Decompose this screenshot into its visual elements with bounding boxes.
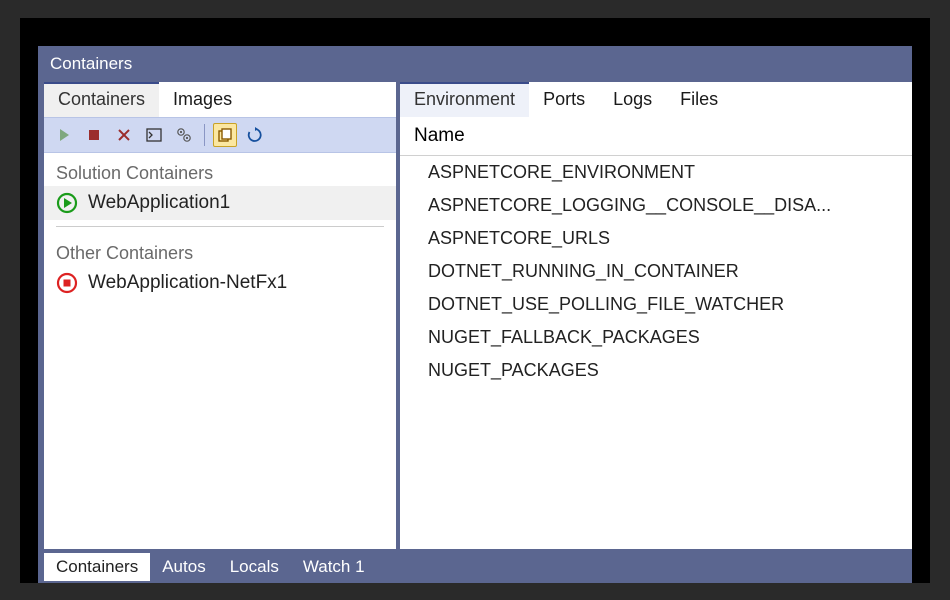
env-row[interactable]: DOTNET_RUNNING_IN_CONTAINER	[400, 255, 912, 288]
solution-containers-label: Solution Containers	[44, 153, 396, 186]
bottom-tab-locals[interactable]: Locals	[218, 553, 291, 581]
x-icon	[117, 128, 131, 142]
env-table-body: ASPNETCORE_ENVIRONMENT ASPNETCORE_LOGGIN…	[400, 156, 912, 387]
terminal-button[interactable]	[142, 123, 166, 147]
settings-button[interactable]	[172, 123, 196, 147]
bottom-tab-containers[interactable]: Containers	[44, 553, 150, 581]
env-table-header[interactable]: Name	[400, 117, 912, 156]
env-row[interactable]: NUGET_PACKAGES	[400, 354, 912, 387]
tab-containers[interactable]: Containers	[44, 82, 159, 117]
play-icon	[57, 128, 71, 142]
gear-icon	[176, 127, 192, 143]
container-webapplication1[interactable]: WebApplication1	[44, 186, 396, 220]
start-button[interactable]	[52, 123, 76, 147]
env-row[interactable]: DOTNET_USE_POLLING_FILE_WATCHER	[400, 288, 912, 321]
right-pane: Environment Ports Logs Files Name ASPNET…	[400, 82, 912, 549]
refresh-button[interactable]	[243, 123, 267, 147]
stop-button[interactable]	[82, 123, 106, 147]
tab-files[interactable]: Files	[666, 82, 732, 117]
running-icon	[56, 192, 78, 214]
containers-panel: Containers Containers Images	[38, 46, 912, 583]
container-webapplication-netfx1[interactable]: WebApplication-NetFx1	[44, 266, 396, 300]
env-row[interactable]: ASPNETCORE_ENVIRONMENT	[400, 156, 912, 189]
panel-title: Containers	[38, 46, 912, 82]
left-tabs: Containers Images	[44, 82, 396, 117]
tab-images[interactable]: Images	[159, 82, 246, 117]
left-pane: Containers Images	[44, 82, 396, 549]
remove-button[interactable]	[112, 123, 136, 147]
copy-icon	[217, 127, 233, 143]
other-containers-label: Other Containers	[44, 233, 396, 266]
stop-icon	[88, 129, 100, 141]
copy-button[interactable]	[213, 123, 237, 147]
bottom-tab-autos[interactable]: Autos	[150, 553, 217, 581]
stopped-icon	[56, 272, 78, 294]
tab-ports[interactable]: Ports	[529, 82, 599, 117]
section-divider	[56, 226, 384, 227]
container-name: WebApplication1	[88, 192, 230, 214]
env-row[interactable]: ASPNETCORE_URLS	[400, 222, 912, 255]
env-row[interactable]: NUGET_FALLBACK_PACKAGES	[400, 321, 912, 354]
refresh-icon	[247, 127, 263, 143]
bottom-tabs: Containers Autos Locals Watch 1	[38, 553, 912, 583]
toolbar-divider	[204, 124, 205, 146]
right-tabs: Environment Ports Logs Files	[400, 82, 912, 117]
tab-environment[interactable]: Environment	[400, 82, 529, 117]
bottom-tab-watch1[interactable]: Watch 1	[291, 553, 377, 581]
env-row[interactable]: ASPNETCORE_LOGGING__CONSOLE__DISA...	[400, 189, 912, 222]
container-name: WebApplication-NetFx1	[88, 272, 287, 294]
terminal-icon	[146, 128, 162, 142]
tab-logs[interactable]: Logs	[599, 82, 666, 117]
toolbar	[44, 117, 396, 153]
